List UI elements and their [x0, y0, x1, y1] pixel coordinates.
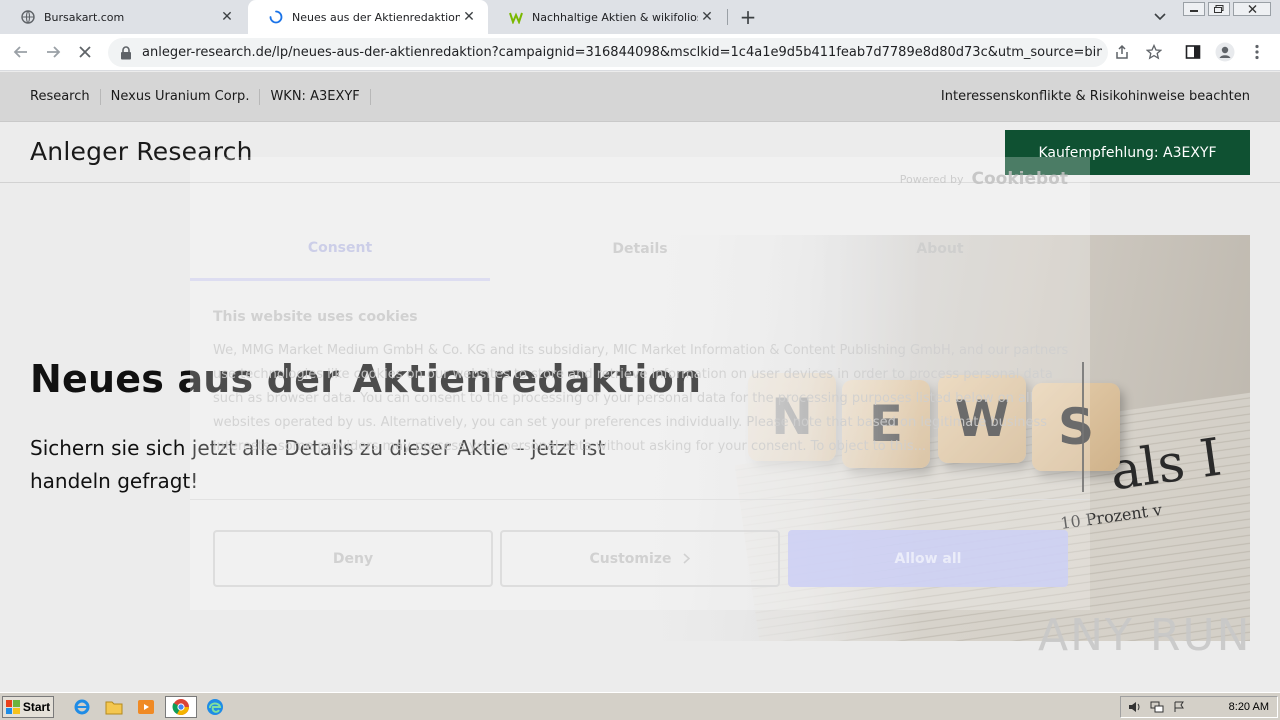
wikifolio-icon	[508, 9, 524, 25]
globe-icon	[20, 9, 36, 25]
tab-title: Nachhaltige Aktien & wikifolios | wikif	[532, 10, 698, 24]
start-button[interactable]: Start	[2, 696, 54, 718]
share-icon[interactable]	[1110, 40, 1134, 64]
file-explorer-icon[interactable]	[102, 696, 126, 718]
tab-about[interactable]: About	[790, 217, 1090, 281]
chevron-right-icon	[683, 553, 691, 564]
tab-wikifolio[interactable]: Nachhaltige Aktien & wikifolios | wikif …	[488, 0, 726, 34]
action-center-flag-icon[interactable]	[1171, 699, 1187, 715]
consent-title: This website uses cookies	[213, 309, 418, 325]
window-close-button[interactable]	[1233, 2, 1271, 16]
cookiebot-branding: Powered by Cookiebot	[900, 169, 1068, 189]
consent-divider	[190, 499, 1090, 500]
risk-disclaimer-link[interactable]: Interessenskonflikte & Risikohinweise be…	[941, 89, 1250, 104]
consent-scrollbar[interactable]	[1082, 362, 1084, 492]
window-restore-button[interactable]	[1208, 2, 1230, 16]
tab-aktienredaktion[interactable]: Neues aus der Aktienredaktion ✕	[248, 0, 488, 34]
consent-body-text: We, MMG Market Medium GmbH & Co. KG and …	[213, 343, 1069, 454]
lock-icon[interactable]	[120, 45, 134, 60]
media-player-icon[interactable]	[134, 696, 158, 718]
profile-avatar-icon[interactable]	[1213, 40, 1237, 64]
tab-details[interactable]: Details	[490, 217, 790, 281]
customize-button[interactable]: Customize	[500, 530, 780, 587]
window-minimize-button[interactable]	[1183, 2, 1205, 16]
nav-company-name[interactable]: Nexus Uranium Corp.	[111, 88, 261, 105]
anyrun-watermark: ANY RUN	[1038, 610, 1252, 661]
tab-title: Bursakart.com	[44, 10, 125, 24]
web-page: Research Nexus Uranium Corp. WKN: A3EXYF…	[0, 72, 1280, 692]
network-icon[interactable]	[1149, 699, 1165, 715]
tab-title: Neues aus der Aktienredaktion	[292, 10, 460, 24]
cookie-consent-dialog: Powered by Cookiebot Consent Details Abo…	[190, 157, 1090, 610]
browser-tab-strip: Bursakart.com ✕ Neues aus der Aktienreda…	[0, 0, 1280, 34]
powered-by-label: Powered by	[899, 172, 964, 186]
volume-icon[interactable]	[1127, 699, 1143, 715]
url-text[interactable]: anleger-research.de/lp/neues-aus-der-akt…	[142, 45, 1102, 60]
close-tab-icon[interactable]: ✕	[698, 8, 716, 26]
customize-label: Customize	[589, 550, 672, 567]
edge-icon[interactable]	[203, 696, 227, 718]
new-tab-button[interactable]: +	[736, 5, 760, 29]
close-tab-icon[interactable]: ✕	[218, 8, 236, 26]
internet-explorer-icon[interactable]	[70, 696, 94, 718]
forward-arrow-icon[interactable]	[41, 40, 65, 64]
top-navigation-bar: Research Nexus Uranium Corp. WKN: A3EXYF…	[0, 72, 1280, 122]
taskbar-clock[interactable]: 8:20 AM	[1229, 701, 1269, 713]
nav-wkn[interactable]: WKN: A3EXYF	[270, 88, 371, 105]
loading-spinner-icon	[268, 9, 284, 25]
allow-all-button[interactable]: Allow all	[788, 530, 1068, 587]
browser-toolbar: anleger-research.de/lp/neues-aus-der-akt…	[0, 34, 1280, 71]
tab-consent[interactable]: Consent	[190, 217, 490, 281]
nav-research[interactable]: Research	[30, 88, 101, 105]
chrome-taskbar-icon[interactable]	[165, 696, 197, 718]
bookmark-star-icon[interactable]	[1142, 40, 1166, 64]
deny-button[interactable]: Deny	[213, 530, 493, 587]
tab-separator	[727, 9, 728, 25]
watermark-text: ANY RUN	[1038, 610, 1252, 661]
back-arrow-icon[interactable]	[9, 40, 33, 64]
start-label: Start	[22, 700, 51, 714]
windows-taskbar: Start 8:20 AM	[0, 692, 1280, 720]
side-panel-icon[interactable]	[1181, 40, 1205, 64]
browser-menu-icon[interactable]	[1245, 40, 1269, 64]
tab-search-chevron-icon[interactable]	[1150, 7, 1170, 27]
tab-bursakart[interactable]: Bursakart.com ✕	[0, 0, 246, 34]
consent-tabs: Consent Details About	[190, 217, 1090, 281]
close-tab-icon[interactable]: ✕	[460, 8, 478, 26]
system-tray: 8:20 AM	[1120, 696, 1278, 718]
cookiebot-logo[interactable]: Cookiebot	[972, 169, 1068, 189]
windows-logo-icon	[5, 700, 20, 714]
stop-loading-icon[interactable]	[73, 40, 97, 64]
address-bar[interactable]: anleger-research.de/lp/neues-aus-der-akt…	[108, 38, 1108, 67]
